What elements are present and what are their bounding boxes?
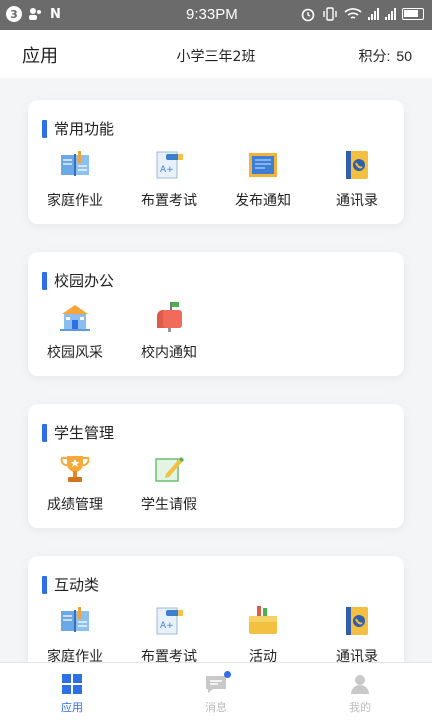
app-item-label: 成绩管理: [47, 497, 103, 513]
section-title: 互动类: [42, 576, 99, 594]
homework-book-icon: [61, 607, 89, 632]
mailbox-icon: [157, 302, 182, 332]
unread-dot: [224, 671, 231, 678]
tab-label: 我的: [349, 701, 371, 714]
app-item-label: 家庭作业: [47, 193, 103, 209]
app-item-exam[interactable]: A+ 布置考试: [122, 148, 216, 210]
points-label: 积分:: [358, 48, 391, 64]
wifi-icon: [344, 8, 362, 19]
section-title: 校园办公: [42, 272, 114, 290]
app-item-contacts[interactable]: 通讯录: [310, 148, 404, 210]
vibrate-icon: [323, 7, 337, 21]
tab-apps[interactable]: 应用: [0, 663, 144, 720]
section-card-campus: 校园办公 校园风采 校内通知: [28, 252, 404, 376]
status-bar: 3 N 9:33PM: [0, 0, 432, 30]
notice-board-icon: [249, 153, 277, 177]
tab-profile[interactable]: 我的: [288, 663, 432, 720]
carrier-glyph: N: [50, 6, 61, 22]
section-title: 学生管理: [42, 424, 114, 442]
app-item-leave[interactable]: 学生请假: [122, 452, 216, 514]
profile-person-icon: [351, 675, 369, 694]
contacts-phone-book-icon: [346, 151, 368, 179]
activity-folder-icon: [249, 606, 277, 634]
points-display: 积分: 50: [359, 46, 412, 66]
exam-paper-icon: A+: [156, 151, 183, 179]
clock-time: 9:33PM: [186, 6, 238, 23]
section-card-common: 常用功能 家庭作业 A+ 布置考试 发布通知 通讯录: [28, 100, 404, 224]
app-item-label: 布置考试: [141, 193, 197, 209]
contacts-status-icon: [29, 8, 41, 20]
bottom-nav: 应用 消息 我的: [0, 662, 432, 720]
app-item-activity[interactable]: 活动: [216, 604, 310, 666]
app-item-label: 通讯录: [336, 193, 378, 209]
points-value: 50: [396, 48, 412, 64]
app-item-campus-style[interactable]: 校园风采: [28, 300, 122, 362]
apps-grid-icon: [62, 674, 82, 694]
section-card-student-mgmt: 学生管理 成绩管理 学生请假: [28, 404, 404, 528]
signal-icon: [368, 8, 379, 20]
tab-messages[interactable]: 消息: [144, 663, 288, 720]
app-item-label: 发布通知: [235, 193, 291, 209]
svg-text:A+: A+: [160, 165, 174, 175]
battery-icon: [402, 8, 424, 20]
app-item-grades[interactable]: 成绩管理: [28, 452, 122, 514]
homework-book-icon: [61, 151, 89, 176]
trophy-icon: [60, 456, 90, 482]
tab-label: 应用: [61, 701, 83, 714]
app-header: 应用 小学三年2班 积分: 50: [0, 30, 432, 78]
app-item-notice[interactable]: 发布通知: [216, 148, 310, 210]
app-item-label: 校园风采: [47, 345, 103, 361]
alarm-icon: [301, 8, 315, 22]
signal-icon-2: [385, 8, 396, 20]
tab-label: 消息: [205, 701, 227, 714]
school-building-icon: [60, 305, 90, 331]
svg-text:A+: A+: [160, 621, 174, 631]
contacts-phone-book-icon: [346, 607, 368, 635]
app-item-exam-2[interactable]: A+ 布置考试: [122, 604, 216, 666]
app-item-homework[interactable]: 家庭作业: [28, 148, 122, 210]
section-title: 常用功能: [42, 120, 114, 138]
notification-badge: 3: [6, 6, 22, 22]
leave-note-icon: [155, 456, 185, 482]
app-item-contacts-2[interactable]: 通讯录: [310, 604, 404, 666]
app-item-homework-2[interactable]: 家庭作业: [28, 604, 122, 666]
app-item-label: 校内通知: [141, 345, 197, 361]
app-item-label: 学生请假: [141, 497, 197, 513]
exam-paper-icon: A+: [156, 607, 183, 635]
app-item-school-notice[interactable]: 校内通知: [122, 300, 216, 362]
